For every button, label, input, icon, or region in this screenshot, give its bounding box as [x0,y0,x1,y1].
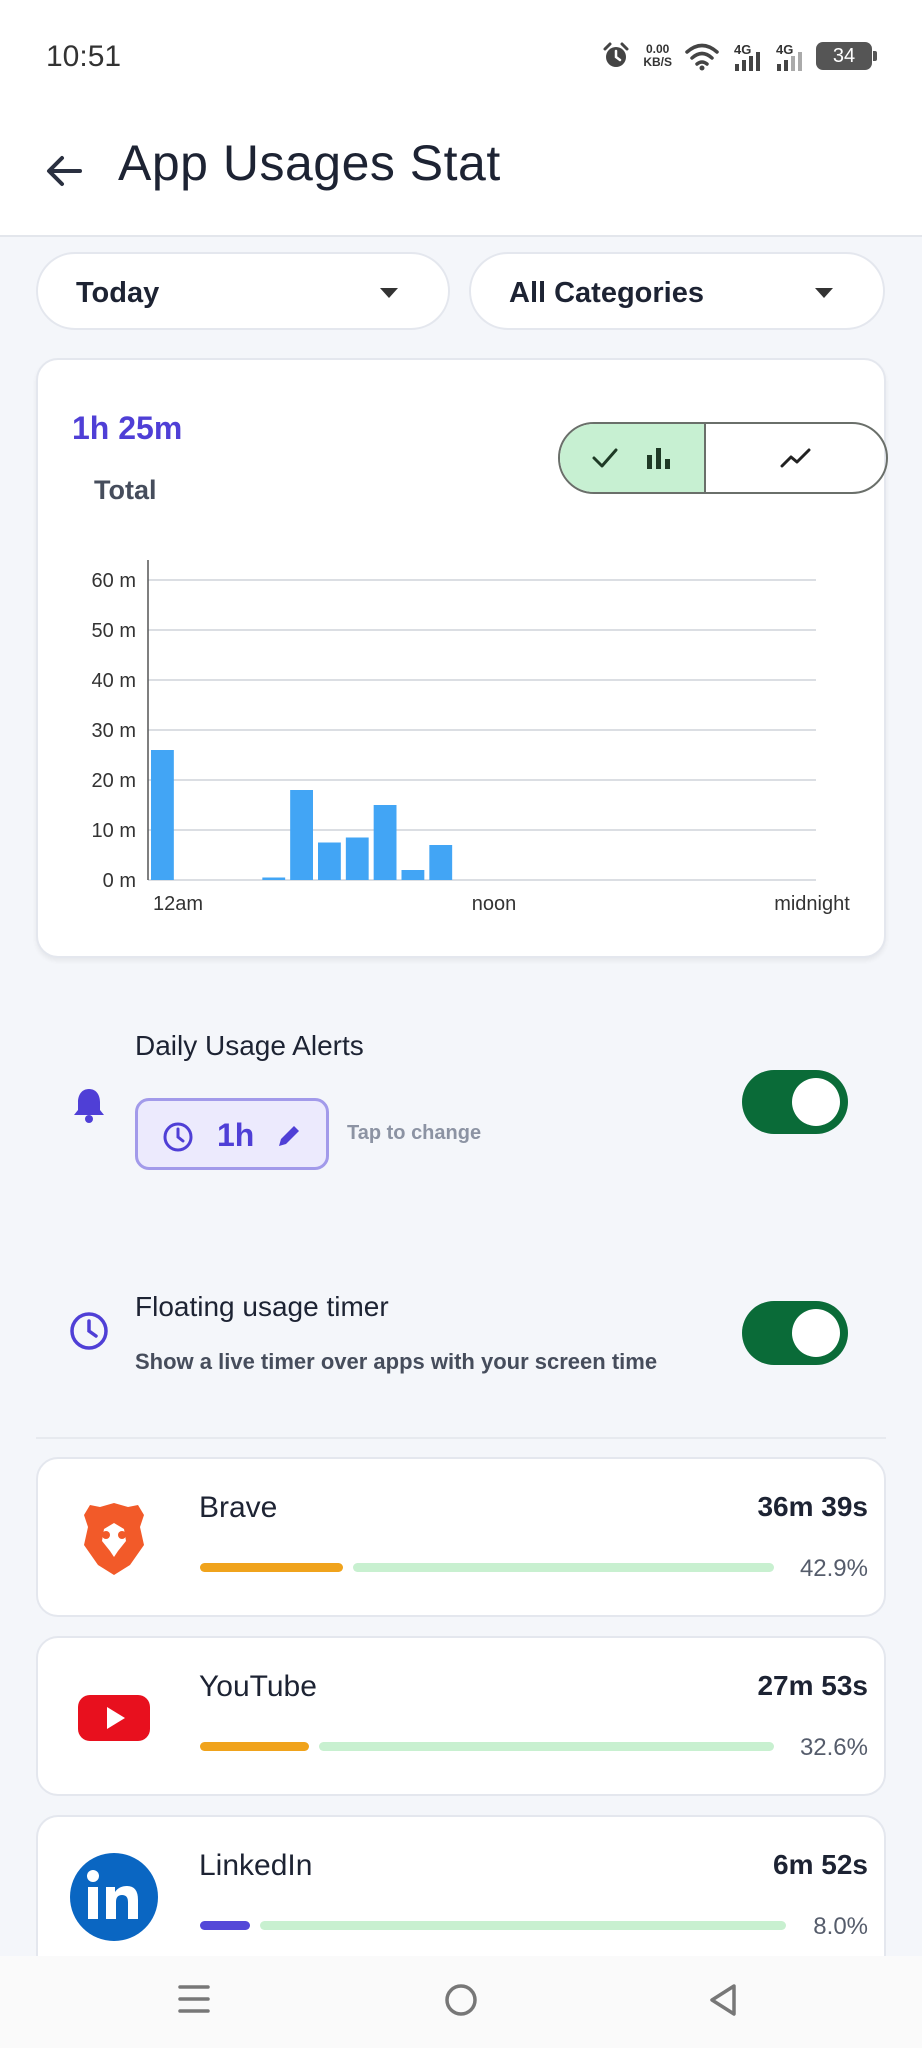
status-bar: 10:51 0.00 KB/S 4G 4G 34 [0,0,922,110]
y-tick-label: 10 m [92,820,136,842]
y-tick-label: 50 m [92,620,136,642]
app-usage-time: 6m 52s [773,1849,868,1880]
app-usage-time: 27m 53s [757,1670,868,1701]
wifi-icon [685,43,719,71]
app-row-linkedin[interactable]: LinkedIn 6m 52s 8.0% [36,1815,886,1956]
alerts-title: Daily Usage Alerts [135,1030,364,1061]
usage-bar-used [200,1921,250,1930]
period-dropdown[interactable]: Today [36,252,450,330]
signal-1-icon: 4G [732,40,762,72]
app-name: YouTube [199,1670,317,1703]
home-circle-icon[interactable] [443,1982,479,2018]
x-tick-label: 12am [153,893,203,915]
x-tick-label: midnight [774,893,850,915]
signal-2-icon: 4G [774,40,804,72]
x-tick-label: noon [472,893,517,915]
usage-bar [401,870,425,880]
usage-bar-remaining [319,1742,774,1751]
app-usage-time: 36m 39s [757,1491,868,1522]
usage-chart-card: 1h 25m Total 0 m 10 m 20 m 30 m 40 m 50 m 60 m… [36,358,888,958]
y-tick-label: 0 m [103,870,136,892]
y-tick-label: 30 m [92,720,136,742]
alert-limit-chip[interactable]: 1h [135,1098,329,1170]
y-tick-label: 60 m [92,570,136,592]
pencil-icon [279,1126,299,1146]
alerts-toggle[interactable] [742,1070,848,1134]
back-arrow-icon[interactable] [40,146,90,196]
usage-bar [345,837,369,880]
alert-limit-value: 1h [217,1117,255,1153]
app-row-brave[interactable]: Brave 36m 39s 42.9% [36,1457,886,1617]
usage-bar-used [200,1563,343,1572]
y-tick-label: 40 m [92,670,136,692]
usage-bar-remaining [260,1921,786,1930]
timer-clock-icon [70,1312,108,1350]
usage-bar [262,877,286,880]
app-usage-percent: 32.6% [799,1734,868,1761]
app-usage-percent: 8.0% [813,1913,868,1940]
bell-icon [74,1089,104,1123]
usage-bar [151,750,174,880]
usage-bar [290,790,313,880]
caret-down-icon [815,288,833,298]
hourly-usage-chart: 0 m 10 m 20 m 30 m 40 m 50 m 60 m 12am noon midni… [92,560,850,915]
app-name: Brave [199,1491,278,1524]
app-row-youtube[interactable]: YouTube 27m 53s 32.6% [36,1636,886,1796]
timer-title: Floating usage timer [135,1291,389,1322]
category-dropdown-label: All Categories [509,277,704,309]
status-icons: 0.00 KB/S 4G 4G 34 [601,40,877,72]
recents-menu-icon[interactable] [176,1982,212,2016]
usage-bar [373,805,397,880]
category-dropdown[interactable]: All Categories [469,252,885,330]
divider [36,1437,886,1439]
back-triangle-icon[interactable] [706,1982,740,2018]
timer-subtitle: Show a live timer over apps with your sc… [135,1349,658,1374]
bar-view-button[interactable] [560,424,706,492]
page-title: App Usages Stat [118,135,501,191]
app-header: App Usages Stat [0,110,922,237]
usage-bar [318,842,341,880]
app-usage-percent: 42.9% [799,1555,868,1582]
usage-bar-remaining [353,1563,774,1572]
total-usage-value: 1h 25m [72,410,183,446]
clock-icon [163,1122,193,1152]
app-name: LinkedIn [199,1849,313,1882]
usage-bar [429,845,453,880]
net-speed: 0.00 KB/S [643,42,672,69]
floating-timer-toggle[interactable] [742,1301,848,1365]
period-dropdown-label: Today [76,277,160,309]
line-chart-icon [780,448,811,468]
daily-usage-alerts: Daily Usage Alerts 1h Tap to change [0,1010,922,1190]
check-icon [592,448,618,468]
y-tick-label: 20 m [92,770,136,792]
alarm-icon [603,42,629,67]
brave-icon [84,1503,144,1575]
linkedin-icon [70,1853,158,1941]
battery-icon: 34 [816,42,877,70]
system-nav-bar [0,1956,922,2048]
caret-down-icon [380,288,398,298]
total-usage-label: Total [94,475,157,505]
youtube-icon [78,1695,150,1741]
chart-view-toggle [558,422,888,494]
floating-usage-timer: Floating usage timer Show a live timer o… [0,1275,922,1395]
bar-chart-icon [647,448,670,469]
line-view-button[interactable] [706,424,886,492]
usage-bar-used [200,1742,309,1751]
tap-to-change-hint: Tap to change [347,1122,482,1144]
status-time: 10:51 [46,40,122,73]
